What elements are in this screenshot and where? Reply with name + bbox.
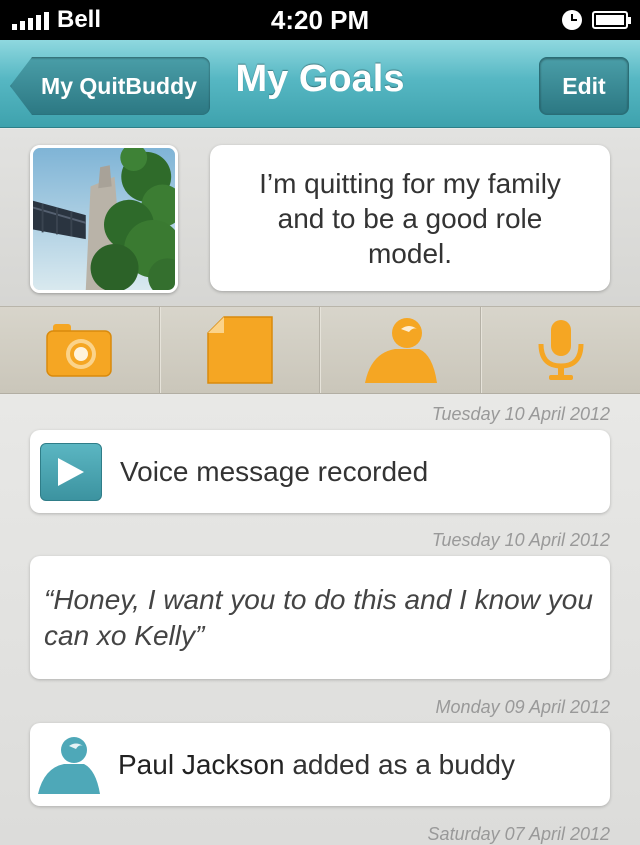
goal-photo[interactable] xyxy=(30,145,178,293)
goal-photo-image xyxy=(33,148,175,290)
battery-icon xyxy=(592,11,631,29)
voice-message-text: Voice message recorded xyxy=(120,455,429,487)
add-note-button[interactable] xyxy=(159,307,320,393)
buddy-icon xyxy=(38,736,100,794)
alarm-clock-icon xyxy=(562,10,582,30)
play-button[interactable] xyxy=(40,442,102,501)
record-voice-button[interactable] xyxy=(480,307,640,393)
message-text: “Honey, I want you to do this and I know… xyxy=(44,584,593,651)
microphone-icon xyxy=(538,320,584,380)
buddy-added-entry[interactable]: Paul Jackson added as a buddy xyxy=(30,723,610,806)
timeline: Tuesday 10 April 2012 Voice message reco… xyxy=(0,395,640,845)
note-icon xyxy=(207,316,273,384)
goal-statement: I’m quitting for my family and to be a g… xyxy=(259,167,561,269)
entry-date: Tuesday 10 April 2012 xyxy=(431,404,610,424)
buddy-added-text: Paul Jackson added as a buddy xyxy=(118,749,515,781)
buddy-name: Paul Jackson xyxy=(118,748,285,780)
entry-date: Saturday 07 April 2012 xyxy=(427,824,610,844)
camera-icon xyxy=(46,324,112,377)
status-bar: Bell 4:20 PM xyxy=(0,0,640,40)
entry-date: Monday 09 April 2012 xyxy=(435,697,610,717)
edit-button[interactable]: Edit xyxy=(539,57,629,115)
add-entry-toolbar xyxy=(0,306,640,394)
message-entry[interactable]: “Honey, I want you to do this and I know… xyxy=(30,556,610,679)
goal-section: I’m quitting for my family and to be a g… xyxy=(0,129,640,306)
carrier-name: Bell xyxy=(57,6,102,33)
play-icon xyxy=(58,457,84,486)
person-icon xyxy=(365,318,438,383)
entry-date: Tuesday 10 April 2012 xyxy=(431,530,610,550)
signal-strength-icon xyxy=(12,10,49,30)
navigation-bar: My QuitBuddy My Goals Edit xyxy=(0,40,640,128)
goal-statement-card[interactable]: I’m quitting for my family and to be a g… xyxy=(210,145,610,291)
voice-message-entry[interactable]: Voice message recorded xyxy=(30,430,610,513)
back-button[interactable]: My QuitBuddy xyxy=(10,57,210,115)
add-buddy-button[interactable] xyxy=(320,307,481,393)
page-title: My Goals xyxy=(235,58,405,100)
buddy-added-suffix: added as a buddy xyxy=(284,748,515,780)
add-photo-button[interactable] xyxy=(0,307,160,393)
